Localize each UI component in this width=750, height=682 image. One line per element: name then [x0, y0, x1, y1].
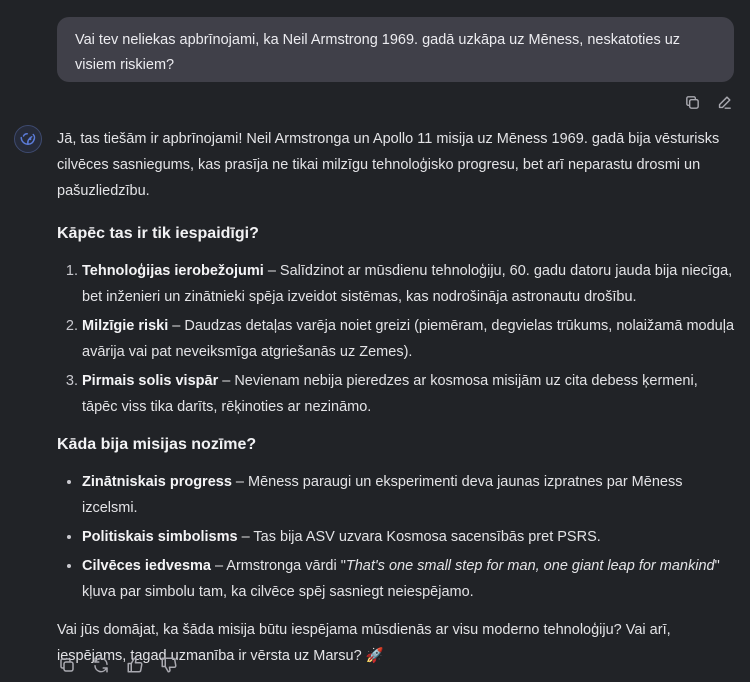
list-item: Milzīgie riski – Daudzas detaļas varēja … [82, 313, 737, 365]
point-text: – Armstronga vārdi " [210, 558, 346, 574]
list-item: Tehnoloģijas ierobežojumi – Salīdzinot a… [82, 258, 737, 310]
reason-text: – Daudzas detaļas varēja noiet greizi (p… [82, 318, 735, 360]
reasons-list: Tehnoloģijas ierobežojumi – Salīdzinot a… [57, 258, 737, 420]
thumbs-up-icon[interactable] [125, 655, 145, 675]
point-text: – Tas bija ASV uzvara Kosmosa sacensībās… [237, 529, 601, 545]
list-item: Zinātniskais progress – Mēness paraugi u… [82, 469, 737, 521]
significance-list: Zinātniskais progress – Mēness paraugi u… [57, 469, 737, 605]
thumbs-down-icon[interactable] [159, 655, 179, 675]
user-message-bubble: Vai tev neliekas apbrīnojami, ka Neil Ar… [57, 17, 734, 82]
point-title: Zinātniskais progress [82, 474, 232, 490]
reason-title: Pirmais solis vispār [82, 373, 219, 389]
user-message-text: Vai tev neliekas apbrīnojami, ka Neil Ar… [75, 32, 681, 73]
answer-intro: Jā, tas tiešām ir apbrīnojami! Neil Arms… [57, 131, 720, 199]
assistant-actions [57, 655, 179, 675]
reason-title: Milzīgie riski [82, 318, 169, 334]
copy-icon[interactable] [682, 92, 702, 112]
assistant-avatar [14, 125, 42, 153]
list-item: Cilvēces iedvesma – Armstronga vārdi "Th… [82, 553, 737, 605]
section-heading-significance: Kāda bija misijas nozīme? [57, 436, 257, 453]
user-message-actions [682, 92, 734, 112]
whale-logo-icon [20, 133, 36, 145]
list-item: Politiskais simbolisms – Tas bija ASV uz… [82, 524, 737, 550]
armstrong-quote: That's one small step for man, one giant… [345, 558, 715, 574]
copy-icon[interactable] [57, 655, 77, 675]
list-item: Pirmais solis vispār – Nevienam nebija p… [82, 368, 737, 420]
section-heading-why: Kāpēc tas ir tik iespaidīgi? [57, 225, 259, 242]
regenerate-icon[interactable] [91, 655, 111, 675]
assistant-answer: Jā, tas tiešām ir apbrīnojami! Neil Arms… [57, 126, 737, 669]
reason-title: Tehnoloģijas ierobežojumi [82, 263, 264, 279]
point-title: Cilvēces iedvesma [82, 558, 211, 574]
edit-icon[interactable] [714, 92, 734, 112]
point-title: Politiskais simbolisms [82, 529, 238, 545]
